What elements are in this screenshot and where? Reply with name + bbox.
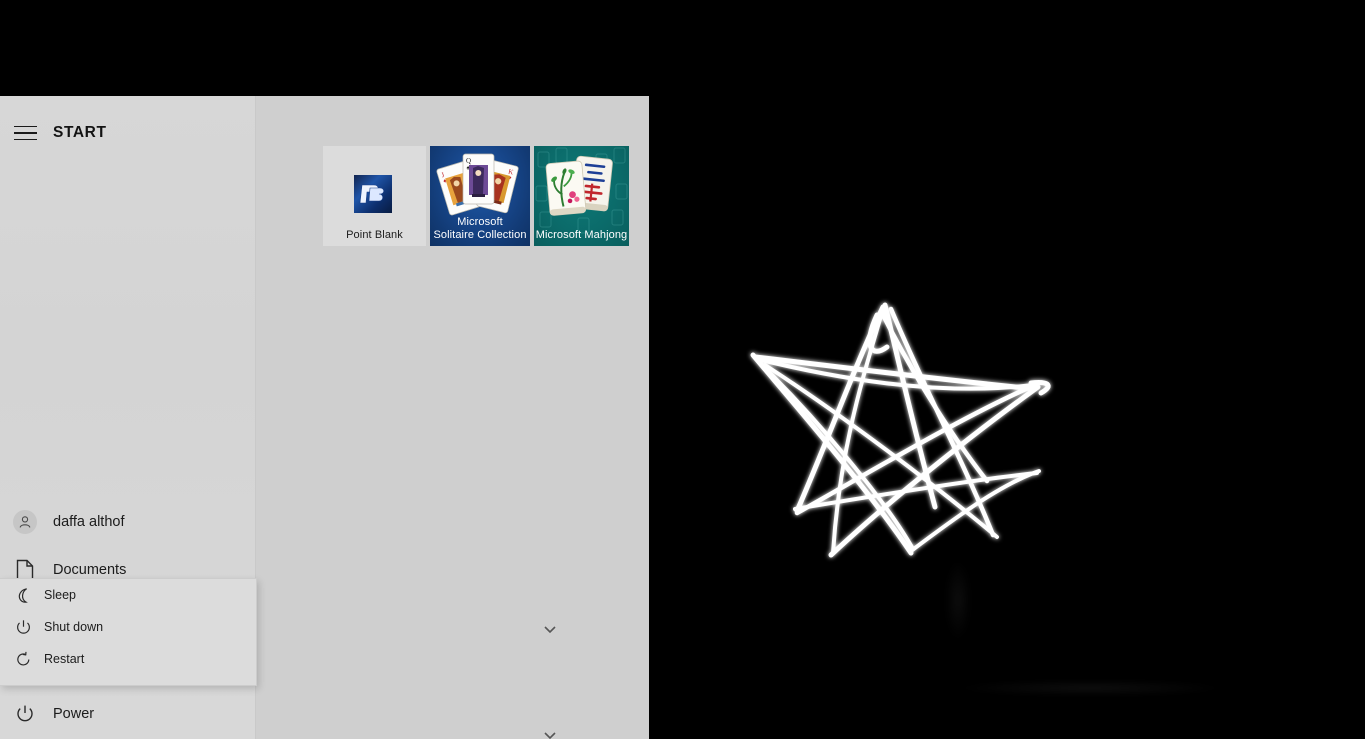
- avatar: [13, 510, 37, 534]
- menu-item-sleep[interactable]: Sleep: [0, 579, 256, 611]
- svg-text:Q: Q: [466, 157, 471, 165]
- mahjong-tiles-icon: [545, 155, 613, 216]
- menu-item-shut-down[interactable]: Shut down: [0, 611, 256, 643]
- faint-smudge-horizontal: [960, 680, 1220, 696]
- restart-icon: [12, 648, 34, 670]
- tile-label-line1: Microsoft: [457, 216, 503, 228]
- user-avatar-icon: [12, 509, 38, 535]
- page-title: START: [53, 124, 107, 141]
- sidebar-item-power[interactable]: Power: [0, 692, 256, 736]
- chevron-down-icon[interactable]: [543, 622, 557, 634]
- menu-item-label: Shut down: [44, 620, 104, 634]
- tile-point-blank[interactable]: Point Blank: [323, 146, 426, 246]
- tile-label: Microsoft Mahjong: [535, 229, 628, 241]
- start-tiles-region: Point Blank J ♦ K Q ♠ Microsoft Solitair…: [256, 96, 649, 739]
- start-menu-panel[interactable]: Point Blank J ♦ K Q ♠ Microsoft Solitair…: [0, 96, 649, 739]
- power-icon: [12, 616, 34, 638]
- start-header: START: [0, 112, 107, 154]
- menu-item-label: Restart: [44, 652, 85, 666]
- tile-label: Microsoft Solitaire Collection: [430, 216, 530, 242]
- hamburger-menu-icon[interactable]: [14, 123, 38, 143]
- power-options-flyout[interactable]: Sleep Shut down Restart: [0, 578, 257, 686]
- sidebar-item-label: daffa althof: [53, 514, 125, 530]
- tile-label-line2: Solitaire Collection: [433, 229, 527, 241]
- power-icon: [12, 701, 38, 727]
- tile-microsoft-mahjong[interactable]: Microsoft Mahjong: [534, 146, 629, 246]
- sidebar-item-user-account[interactable]: daffa althof: [0, 500, 256, 544]
- menu-item-restart[interactable]: Restart: [0, 643, 256, 675]
- chevron-down-icon[interactable]: [543, 728, 557, 739]
- tile-group: Point Blank J ♦ K Q ♠ Microsoft Solitair…: [323, 146, 629, 246]
- sidebar-item-label: Power: [53, 706, 95, 722]
- screen: Point Blank J ♦ K Q ♠ Microsoft Solitair…: [0, 0, 1365, 739]
- tile-microsoft-solitaire-collection[interactable]: J ♦ K ♥: [430, 146, 530, 246]
- menu-item-label: Sleep: [44, 588, 76, 602]
- point-blank-app-icon: [354, 175, 392, 213]
- moon-icon: [12, 584, 34, 606]
- star-doodle: [735, 285, 1075, 585]
- playing-cards-icon: J ♦ K ♥: [436, 153, 519, 216]
- tile-label: Point Blank: [346, 229, 403, 241]
- sidebar-item-label: Documents: [53, 562, 127, 578]
- start-left-rail: START daffa althof Documents Power Sleep…: [0, 96, 257, 739]
